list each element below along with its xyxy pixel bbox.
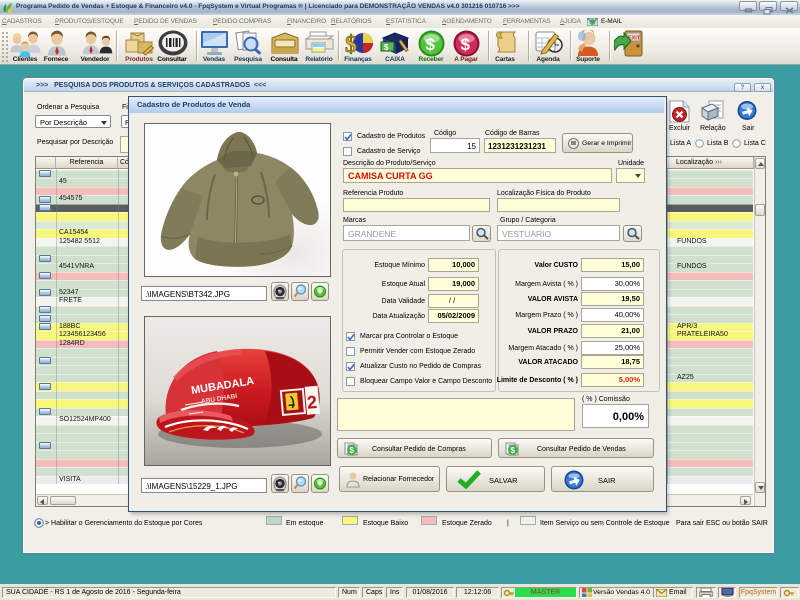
svg-text:$: $ bbox=[345, 32, 357, 57]
svg-text:$: $ bbox=[511, 446, 516, 455]
svg-text:$: $ bbox=[384, 43, 389, 52]
svg-text:$: $ bbox=[350, 446, 355, 455]
svg-text:$: $ bbox=[426, 35, 436, 54]
svg-text:2: 2 bbox=[306, 392, 318, 413]
svg-text:$: $ bbox=[461, 35, 471, 54]
